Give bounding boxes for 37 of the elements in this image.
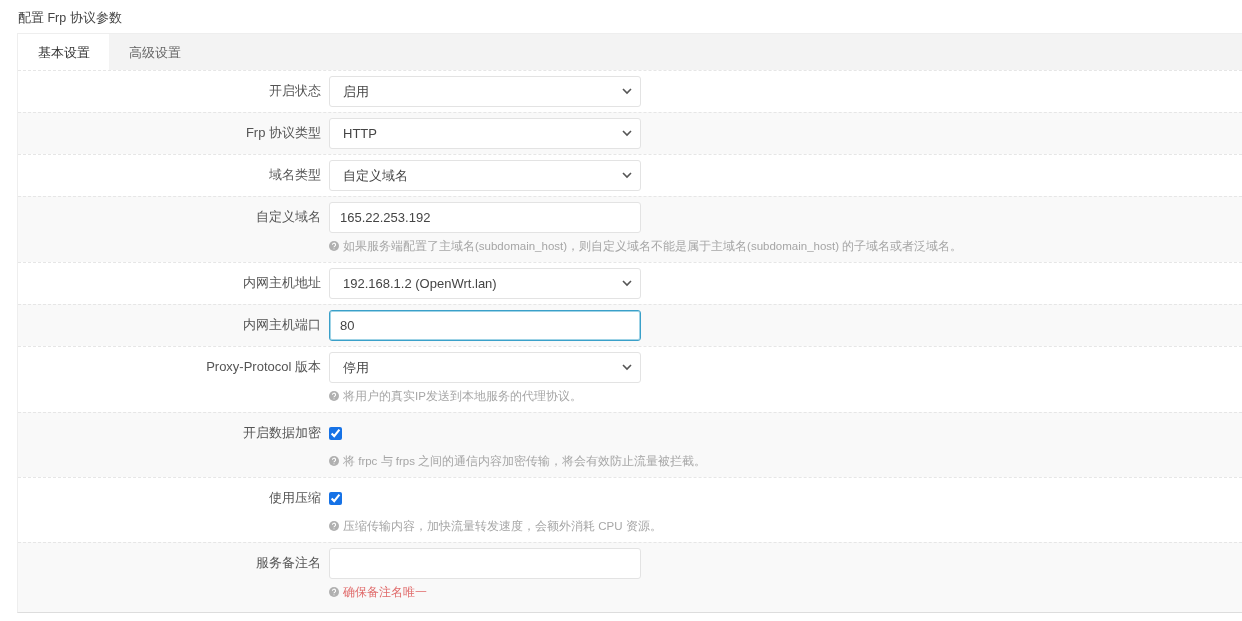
field-label: 域名类型 (269, 166, 321, 184)
help-icon (329, 241, 339, 251)
field-label: Frp 协议类型 (245, 124, 321, 142)
checkbox[interactable] (329, 492, 342, 505)
chevron-icon (622, 364, 632, 371)
hint-text: 将用户的真实IP发送到本地服务的代理协议。 (343, 389, 582, 404)
hint-text: 确保备注名唯一 (343, 585, 427, 600)
field-label: Proxy-Protocol 版本 (206, 358, 321, 376)
select-field[interactable]: HTTP (329, 118, 641, 149)
field-label: 内网主机地址 (243, 274, 321, 292)
field-label: 自定义域名 (256, 208, 321, 226)
field-label: 开启数据加密 (243, 424, 321, 442)
select-field[interactable]: 192.168.1.2 (OpenWrt.lan) (329, 268, 641, 299)
field-label: 使用压缩 (269, 489, 321, 507)
section-title: 配置 Frp 协议参数 (17, 11, 123, 26)
hint-text: 压缩传输内容，加快流量转发速度，会额外消耗 CPU 资源。 (343, 519, 662, 534)
field-label: 服务备注名 (256, 554, 321, 572)
chevron-icon (622, 172, 632, 179)
hint-text: 将 frpc 与 frps 之间的通信内容加密传输，将会有效防止流量被拦截。 (343, 454, 707, 469)
field-label: 内网主机端口 (243, 316, 321, 334)
select-field[interactable]: 停用 (329, 352, 641, 383)
help-icon (329, 391, 339, 401)
text-field[interactable]: 80 (329, 310, 641, 341)
help-icon (329, 587, 339, 597)
chevron-icon (622, 280, 632, 287)
field-label: 开启状态 (269, 82, 321, 100)
hint-text: 如果服务端配置了主域名(subdomain_host)，则自定义域名不能是属于主域名(subdomain_host) 的子域名或者泛域名。 (343, 239, 963, 254)
checkbox[interactable] (329, 427, 342, 440)
select-field[interactable]: 自定义域名 (329, 160, 641, 191)
select-field[interactable]: 启用 (329, 76, 641, 107)
text-field[interactable] (329, 548, 641, 579)
chevron-icon (622, 130, 632, 137)
tab[interactable]: 基本设置 (18, 34, 109, 70)
help-icon (329, 521, 339, 531)
help-icon (329, 456, 339, 466)
text-field[interactable]: 165.22.253.192 (329, 202, 641, 233)
chevron-icon (622, 88, 632, 95)
